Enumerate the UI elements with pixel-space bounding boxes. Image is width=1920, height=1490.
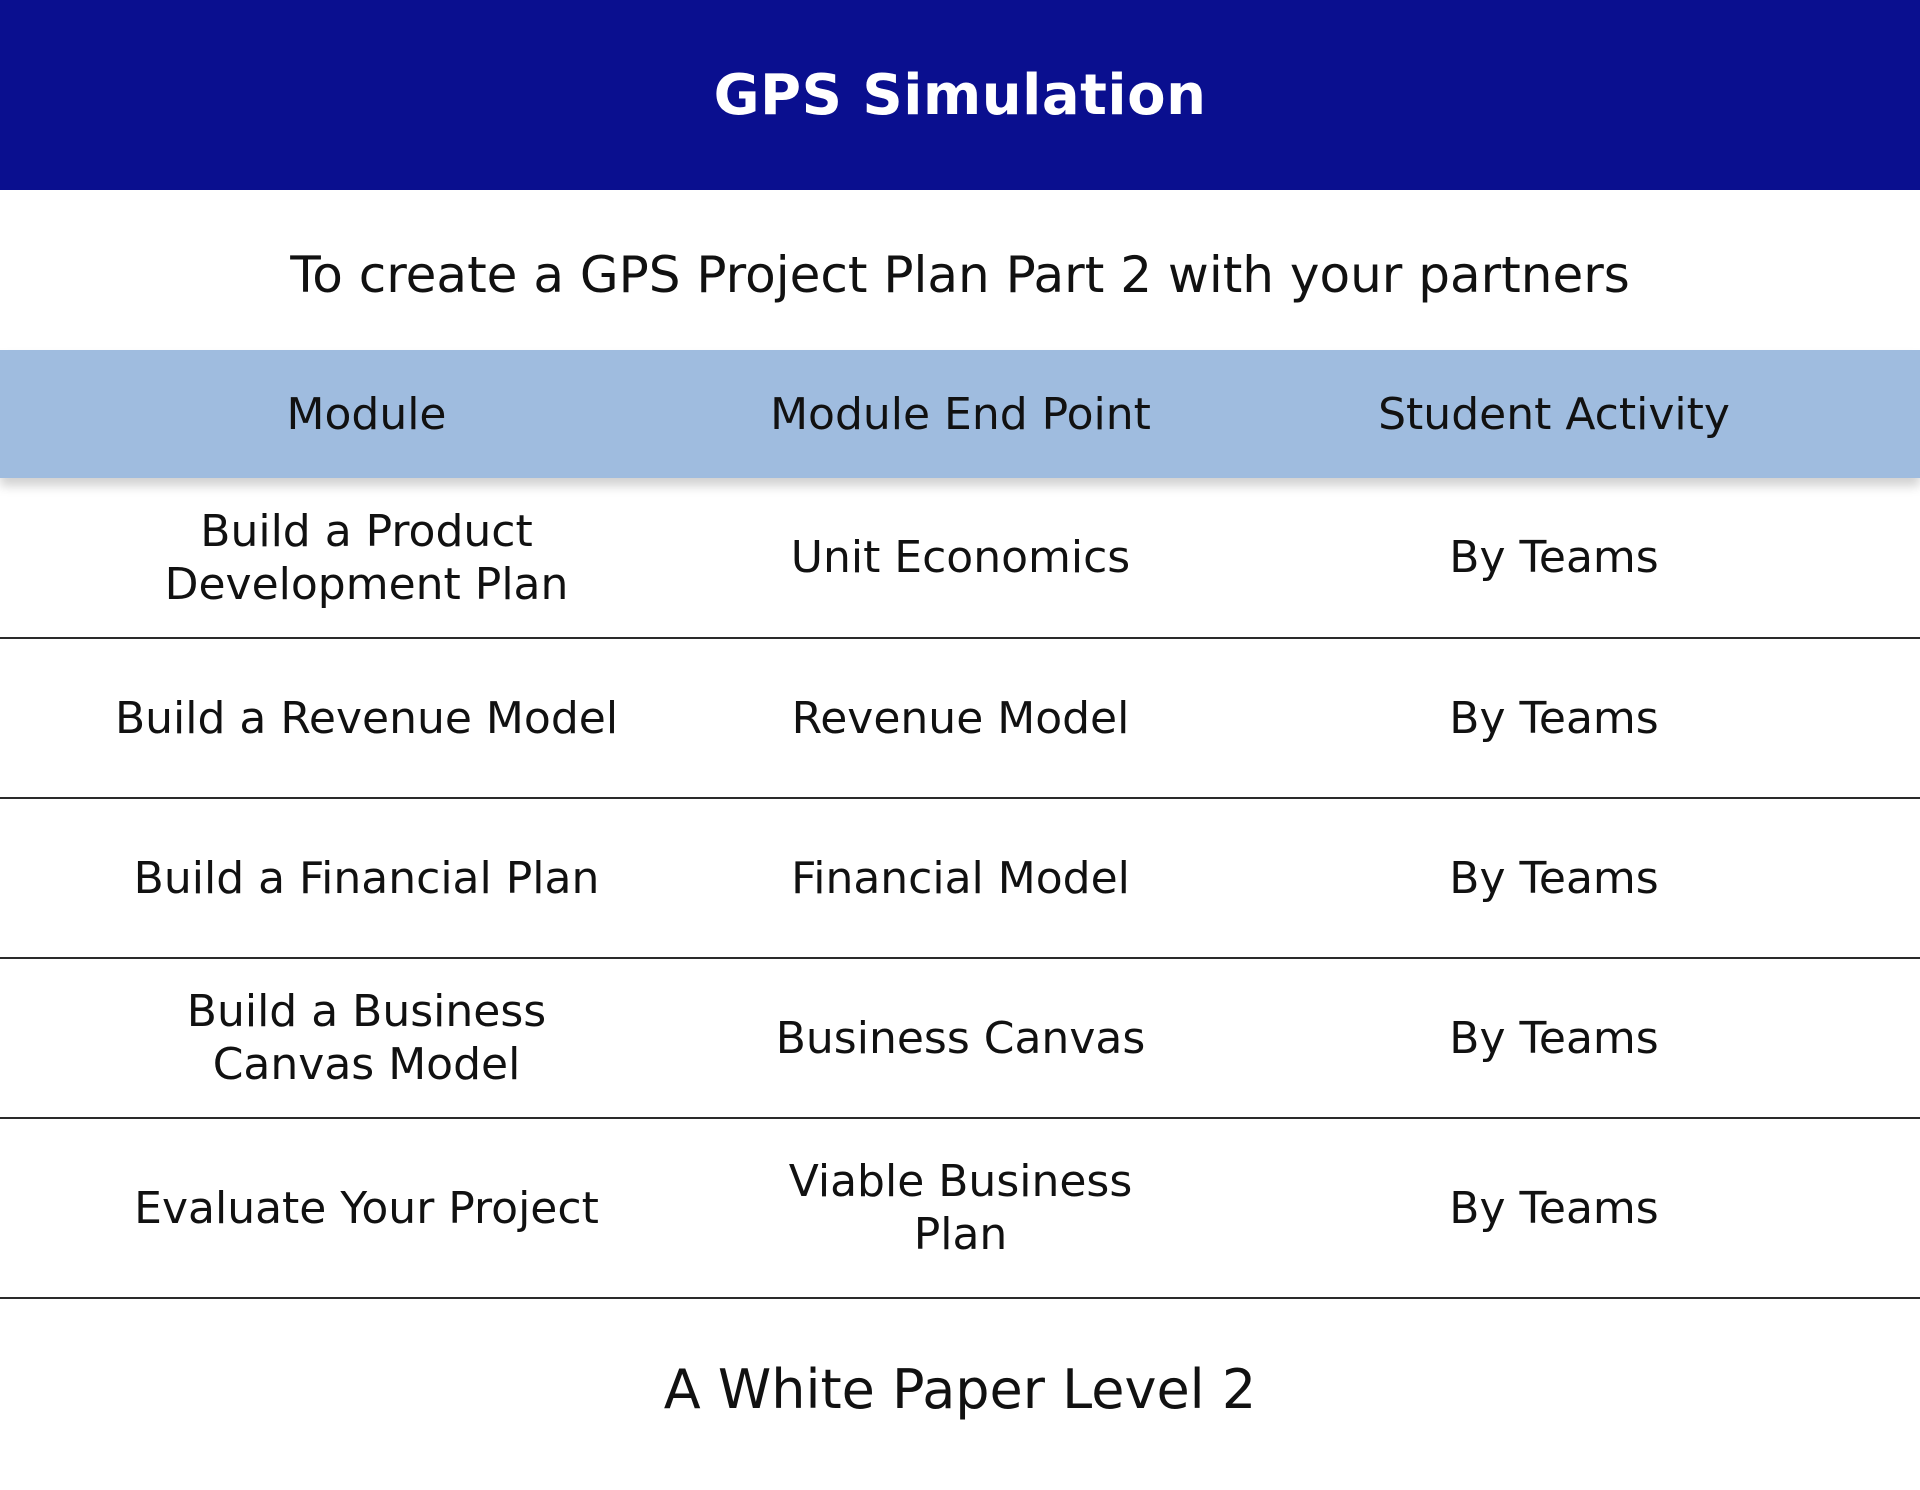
- activity-cell: By Teams: [1449, 692, 1659, 744]
- end-point-cell: Unit Economics: [790, 532, 1131, 583]
- activity-cell: By Teams: [1449, 852, 1659, 904]
- module-cell: Build a Product Development Plan: [164, 505, 569, 610]
- table-row: Build a Product Development Plan Unit Ec…: [0, 478, 1920, 639]
- activity-cell: By Teams: [1449, 532, 1659, 583]
- column-header-end-point: Module End Point: [770, 388, 1151, 440]
- activity-cell: By Teams: [1449, 1012, 1659, 1064]
- table-header-row: Module Module End Point Student Activity: [0, 350, 1920, 478]
- module-cell: Evaluate Your Project: [134, 1182, 599, 1234]
- end-point-cell: Financial Model: [791, 852, 1130, 904]
- table-row: Build a Business Canvas Model Business C…: [0, 959, 1920, 1119]
- table-row: Build a Revenue Model Revenue Model By T…: [0, 639, 1920, 799]
- page-title: GPS Simulation: [713, 62, 1207, 128]
- module-cell: Build a Revenue Model: [114, 692, 619, 744]
- footer-caption: A White Paper Level 2: [663, 1358, 1257, 1421]
- title-banner: GPS Simulation: [0, 0, 1920, 190]
- end-point-cell: Business Canvas: [775, 1012, 1146, 1064]
- table-row: Build a Financial Plan Financial Model B…: [0, 799, 1920, 959]
- module-cell: Build a Business Canvas Model: [186, 986, 547, 1090]
- table-row: Evaluate Your Project Viable Business Pl…: [0, 1119, 1920, 1299]
- module-cell: Build a Financial Plan: [133, 852, 600, 904]
- end-point-cell: Viable Business Plan: [788, 1156, 1133, 1260]
- activity-cell: By Teams: [1449, 1182, 1659, 1234]
- column-header-module: Module: [286, 388, 447, 440]
- page-subtitle: To create a GPS Project Plan Part 2 with…: [290, 246, 1630, 304]
- end-point-cell: Revenue Model: [791, 692, 1130, 744]
- module-table: Module Module End Point Student Activity…: [0, 350, 1920, 1299]
- column-header-activity: Student Activity: [1378, 388, 1730, 440]
